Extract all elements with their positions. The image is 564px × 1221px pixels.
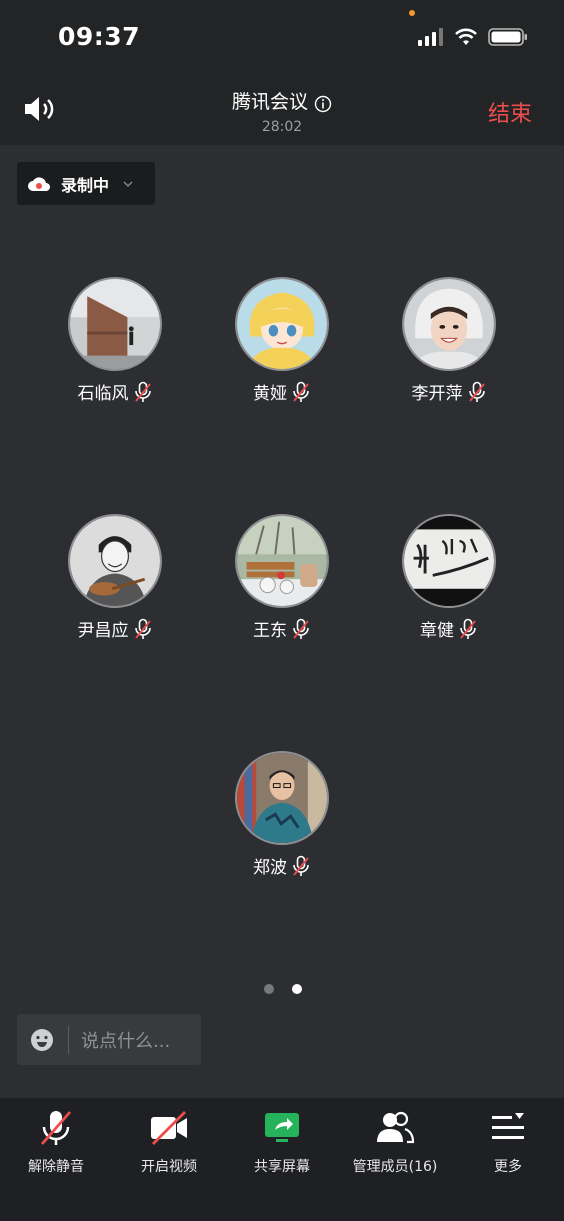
avatar bbox=[68, 514, 162, 608]
meeting-title[interactable]: 腾讯会议 bbox=[232, 91, 308, 113]
cellular-signal-icon bbox=[418, 28, 443, 46]
mic-muted-icon bbox=[134, 381, 151, 402]
page-dot[interactable] bbox=[264, 984, 274, 994]
divider bbox=[68, 1025, 69, 1054]
recording-status-button[interactable]: 录制中 bbox=[17, 162, 155, 205]
privacy-indicator bbox=[409, 10, 415, 16]
participant-tile[interactable]: 李开萍 bbox=[374, 277, 524, 404]
mic-muted-icon bbox=[40, 1111, 72, 1145]
chat-input[interactable]: 说点什么... bbox=[17, 1014, 201, 1065]
mic-muted-icon bbox=[293, 381, 309, 402]
unmute-label: 解除静音 bbox=[28, 1159, 84, 1175]
participant-tile[interactable]: 郑波 bbox=[207, 751, 357, 878]
unmute-button[interactable]: 解除静音 bbox=[0, 1108, 112, 1176]
share-screen-icon bbox=[265, 1113, 299, 1142]
mic-muted-icon bbox=[293, 618, 309, 639]
participant-tile[interactable]: 石临风 bbox=[40, 277, 190, 404]
participant-name: 郑波 bbox=[253, 858, 287, 878]
participant-name: 黄娅 bbox=[253, 384, 287, 404]
meeting-duration: 28:02 bbox=[261, 119, 303, 135]
mic-muted-icon bbox=[293, 855, 309, 876]
mic-muted-icon bbox=[468, 381, 485, 402]
avatar bbox=[68, 277, 162, 371]
share-screen-button[interactable]: 共享屏幕 bbox=[226, 1108, 338, 1176]
start-video-button[interactable]: 开启视频 bbox=[113, 1108, 225, 1176]
share-screen-label: 共享屏幕 bbox=[254, 1159, 310, 1175]
battery-icon bbox=[488, 28, 527, 46]
emoji-icon[interactable] bbox=[30, 1028, 54, 1052]
page-indicator[interactable] bbox=[264, 984, 302, 994]
page-dot-active[interactable] bbox=[292, 984, 302, 994]
system-icons bbox=[418, 27, 528, 47]
participant-name: 石临风 bbox=[77, 384, 129, 404]
more-button[interactable]: 更多 bbox=[452, 1108, 564, 1176]
more-label: 更多 bbox=[494, 1159, 522, 1175]
members-icon bbox=[377, 1111, 415, 1144]
avatar bbox=[235, 277, 329, 371]
chat-placeholder: 说点什么... bbox=[81, 1030, 171, 1052]
avatar bbox=[402, 277, 496, 371]
cloud-record-icon bbox=[28, 176, 50, 191]
end-meeting-button[interactable]: 结束 bbox=[488, 96, 532, 128]
participant-tile[interactable]: 黄娅 bbox=[207, 277, 357, 404]
info-icon[interactable] bbox=[314, 95, 332, 113]
wifi-icon bbox=[455, 28, 477, 45]
participant-tile[interactable]: 章健 bbox=[374, 514, 524, 641]
more-icon bbox=[492, 1113, 524, 1139]
meeting-header: 腾讯会议 28:02 结束 bbox=[0, 75, 564, 145]
video-off-icon bbox=[151, 1111, 187, 1145]
chevron-down-icon bbox=[123, 181, 133, 187]
status-bar: 09:37 bbox=[0, 0, 564, 75]
participant-name: 王东 bbox=[253, 621, 287, 641]
avatar bbox=[402, 514, 496, 608]
participant-name: 李开萍 bbox=[411, 384, 463, 404]
recording-label: 录制中 bbox=[61, 175, 110, 195]
avatar bbox=[235, 514, 329, 608]
participant-name: 章健 bbox=[420, 621, 454, 641]
participant-tile[interactable]: 王东 bbox=[207, 514, 357, 641]
mic-muted-icon bbox=[460, 618, 476, 639]
mic-muted-icon bbox=[134, 618, 151, 639]
manage-members-label: 管理成员(16) bbox=[352, 1159, 438, 1175]
start-video-label: 开启视频 bbox=[141, 1159, 197, 1175]
clock: 09:37 bbox=[58, 22, 141, 51]
manage-members-button[interactable]: 管理成员(16) bbox=[339, 1108, 451, 1176]
bottom-toolbar: 解除静音 开启视频 共享屏幕 管理成员(16) 更多 bbox=[0, 1098, 564, 1221]
participant-name: 尹昌应 bbox=[77, 621, 129, 641]
avatar bbox=[235, 751, 329, 845]
participant-tile[interactable]: 尹昌应 bbox=[40, 514, 190, 641]
